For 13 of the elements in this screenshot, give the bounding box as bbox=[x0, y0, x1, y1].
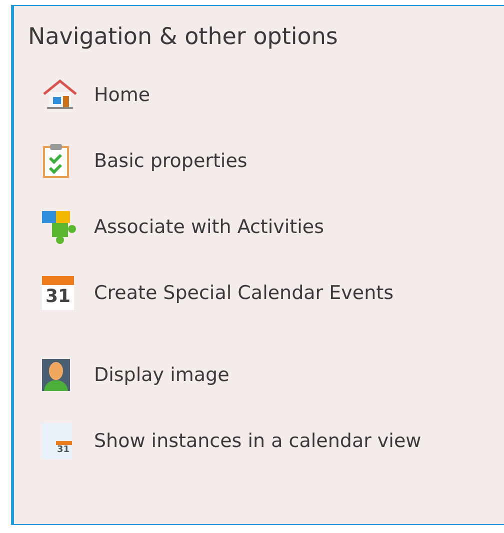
clipboard-check-icon bbox=[42, 143, 70, 179]
nav-link[interactable]: Create Special Calendar Events bbox=[94, 282, 394, 304]
person-icon bbox=[42, 359, 70, 391]
nav-link[interactable]: Associate with Activities bbox=[94, 216, 324, 238]
calendar-icon: 31 bbox=[42, 276, 74, 310]
puzzle-icon bbox=[42, 209, 78, 245]
nav-link[interactable]: Display image bbox=[94, 364, 230, 386]
house-icon bbox=[42, 79, 78, 111]
calendar-file-icon: 31 bbox=[42, 423, 72, 459]
nav-link[interactable]: Show instances in a calendar view bbox=[94, 430, 422, 452]
panel-title: Navigation & other options bbox=[27, 23, 339, 50]
nav-link[interactable]: Home bbox=[94, 84, 150, 106]
nav-link[interactable]: Basic properties bbox=[94, 150, 248, 172]
